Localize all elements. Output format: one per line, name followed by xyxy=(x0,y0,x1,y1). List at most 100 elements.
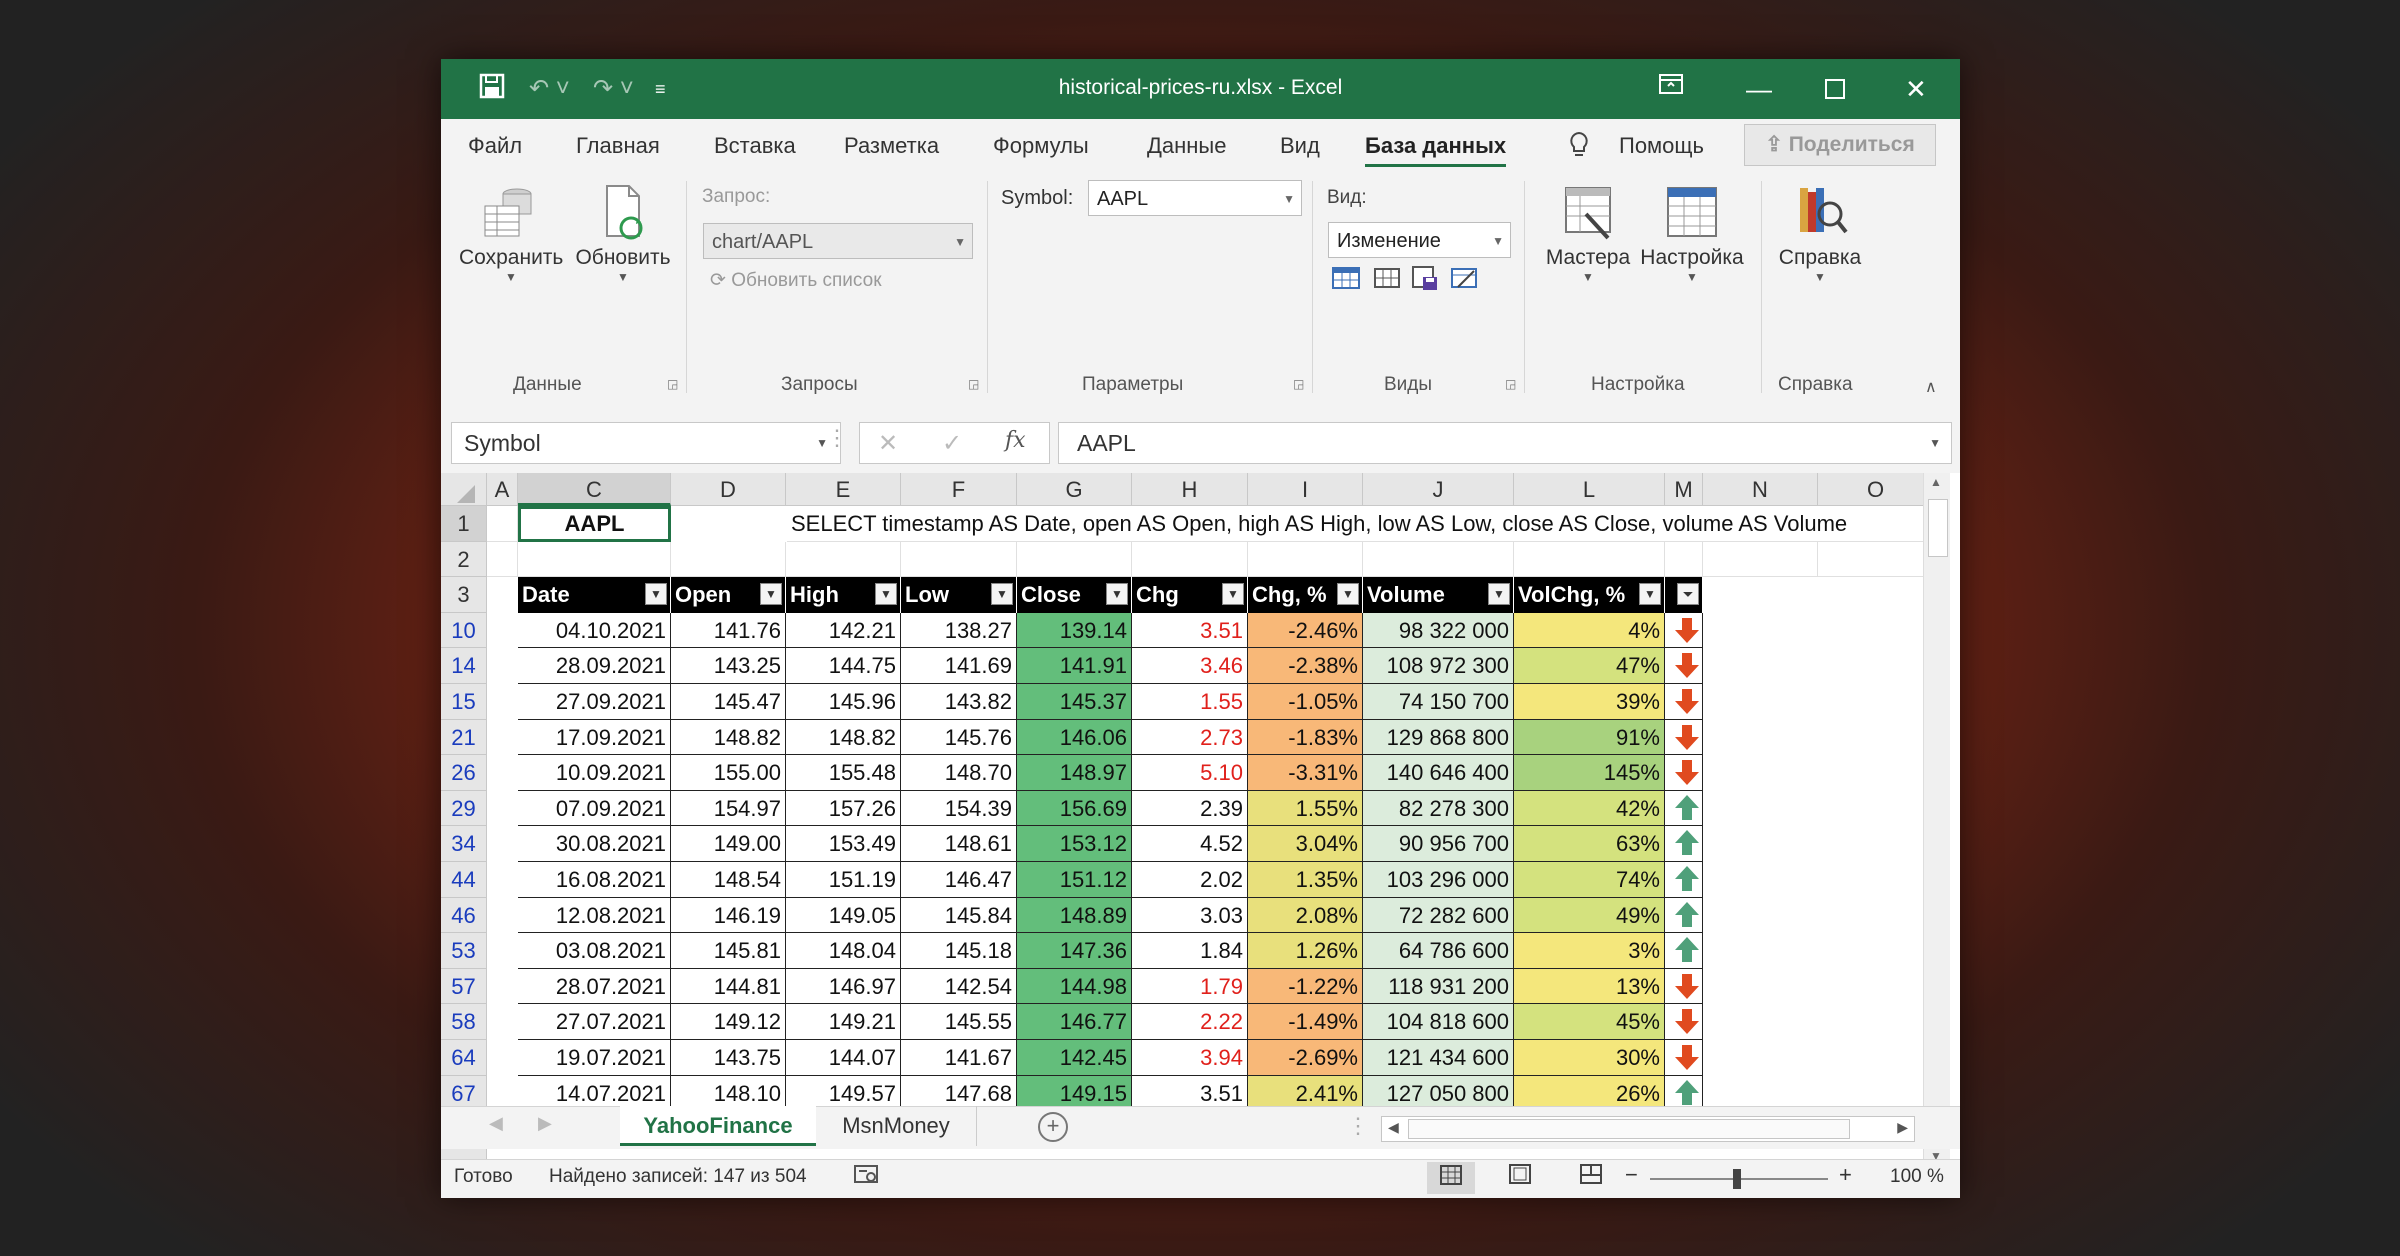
table-cell[interactable]: 28.09.2021 xyxy=(518,648,671,684)
table-cell[interactable]: 90 956 700 xyxy=(1363,826,1514,862)
grid-cell[interactable] xyxy=(487,506,518,542)
h-scroll-thumb[interactable] xyxy=(1408,1119,1850,1139)
table-cell[interactable]: 108 972 300 xyxy=(1363,648,1514,684)
zoom-slider[interactable] xyxy=(1650,1169,1828,1189)
table-cell[interactable]: 2.39 xyxy=(1132,790,1248,827)
table-cell[interactable]: 04.10.2021 xyxy=(518,612,671,649)
column-header[interactable]: N xyxy=(1703,473,1818,506)
table-cell[interactable]: 2.02 xyxy=(1132,862,1248,898)
view-edit-icon[interactable] xyxy=(1450,265,1478,296)
table-cell[interactable]: 144.98 xyxy=(1017,968,1132,1005)
table-cell[interactable]: 141.76 xyxy=(671,612,786,649)
view-save-icon[interactable] xyxy=(1411,265,1439,296)
table-cell[interactable]: 145% xyxy=(1514,755,1665,791)
row-header[interactable]: 34 xyxy=(441,826,487,862)
add-sheet-icon[interactable]: + xyxy=(1038,1112,1068,1142)
grid-cell[interactable] xyxy=(1703,541,1818,578)
zoom-in-icon[interactable]: + xyxy=(1839,1162,1852,1188)
table-cell[interactable]: 148.04 xyxy=(786,933,901,969)
table-cell[interactable]: 91% xyxy=(1514,719,1665,756)
table-cell[interactable]: 141.91 xyxy=(1017,648,1132,684)
grid-cell[interactable] xyxy=(1017,541,1132,578)
table-cell[interactable]: -1.05% xyxy=(1248,684,1363,720)
row-header[interactable]: 2 xyxy=(441,541,487,578)
table-cell[interactable]: 118 931 200 xyxy=(1363,968,1514,1005)
filter-dropdown-icon[interactable]: ▼ xyxy=(1106,583,1128,606)
row-header[interactable]: 21 xyxy=(441,719,487,756)
wizards-button[interactable]: Мастера ▼ xyxy=(1540,184,1636,284)
table-cell[interactable]: 141.67 xyxy=(901,1040,1017,1076)
row-header[interactable]: 15 xyxy=(441,684,487,720)
tab-data[interactable]: Данные xyxy=(1147,133,1226,159)
table-cell[interactable]: -2.38% xyxy=(1248,648,1363,684)
symbol-cell[interactable]: AAPL xyxy=(518,506,671,542)
table-cell[interactable]: 4.52 xyxy=(1132,826,1248,862)
minimize-icon[interactable]: — xyxy=(1746,73,1772,105)
sheet-tab-yahoofinance[interactable]: YahooFinance xyxy=(620,1106,816,1146)
query-combo[interactable]: chart/AAPL ▼ xyxy=(703,223,973,259)
table-cell[interactable]: 13% xyxy=(1514,968,1665,1005)
table-cell[interactable]: -2.69% xyxy=(1248,1040,1363,1076)
row-header[interactable]: 14 xyxy=(441,648,487,684)
tab-insert[interactable]: Вставка xyxy=(714,133,796,159)
table-cell[interactable]: 1.79 xyxy=(1132,968,1248,1005)
tell-me-search[interactable]: Помощь xyxy=(1619,133,1704,159)
refresh-button[interactable]: Обновить ▼ xyxy=(571,184,675,284)
vertical-scrollbar[interactable]: ▲ ▼ xyxy=(1923,473,1950,1165)
table-cell[interactable]: 17.09.2021 xyxy=(518,719,671,756)
row-header[interactable]: 44 xyxy=(441,862,487,898)
filter-dropdown-icon[interactable]: ▼ xyxy=(1639,583,1661,606)
page-break-icon[interactable] xyxy=(1579,1163,1603,1191)
table-cell[interactable]: 103 296 000 xyxy=(1363,862,1514,898)
table-cell[interactable]: 142.45 xyxy=(1017,1040,1132,1076)
table-cell[interactable]: 10.09.2021 xyxy=(518,755,671,791)
grid-cell[interactable] xyxy=(1514,541,1665,578)
grid-cell[interactable] xyxy=(901,541,1017,578)
grid-cell[interactable] xyxy=(487,541,518,578)
select-all-corner[interactable] xyxy=(441,473,487,506)
table-cell[interactable]: 28.07.2021 xyxy=(518,968,671,1005)
table-cell[interactable]: 148.70 xyxy=(901,755,1017,791)
table-cell[interactable]: 121 434 600 xyxy=(1363,1040,1514,1076)
prev-sheet-icon[interactable]: ◀ xyxy=(489,1113,503,1134)
sql-query-cell[interactable]: SELECT timestamp AS Date, open AS Open, … xyxy=(787,506,1927,542)
table-cell[interactable]: 141.69 xyxy=(901,648,1017,684)
tab-home[interactable]: Главная xyxy=(576,133,660,159)
table-cell[interactable]: 3.04% xyxy=(1248,826,1363,862)
normal-view-icon[interactable] xyxy=(1427,1162,1475,1194)
table-cell[interactable]: 142.21 xyxy=(786,612,901,649)
table-cell[interactable]: 142.54 xyxy=(901,968,1017,1005)
row-header[interactable]: 53 xyxy=(441,933,487,969)
table-cell[interactable]: 143.25 xyxy=(671,648,786,684)
table-cell[interactable]: 148.97 xyxy=(1017,755,1132,791)
dialog-launcher-icon[interactable]: ◲ xyxy=(968,377,979,391)
sheet-tab-msnmoney[interactable]: MsnMoney xyxy=(816,1106,977,1146)
column-header[interactable]: L xyxy=(1514,473,1665,506)
table-cell[interactable]: 153.12 xyxy=(1017,826,1132,862)
row-header[interactable]: 57 xyxy=(441,968,487,1005)
table-cell[interactable]: 145.76 xyxy=(901,719,1017,756)
table-cell[interactable]: 16.08.2021 xyxy=(518,862,671,898)
close-icon[interactable]: ✕ xyxy=(1905,73,1927,105)
row-header[interactable]: 29 xyxy=(441,790,487,827)
row-header[interactable]: 64 xyxy=(441,1040,487,1076)
table-header[interactable]: Open ▼ xyxy=(671,577,786,613)
help-button[interactable]: Справка ▼ xyxy=(1773,184,1867,284)
table-cell[interactable]: 74 150 700 xyxy=(1363,684,1514,720)
table-header[interactable]: Low ▼ xyxy=(901,577,1017,613)
grid-cell[interactable] xyxy=(1665,541,1703,578)
grid-cell[interactable] xyxy=(1363,541,1514,578)
row-header[interactable]: 26 xyxy=(441,755,487,791)
table-cell[interactable]: 1.26% xyxy=(1248,933,1363,969)
table-cell[interactable]: 145.81 xyxy=(671,933,786,969)
table-cell[interactable]: 64 786 600 xyxy=(1363,933,1514,969)
table-cell[interactable]: 45% xyxy=(1514,1004,1665,1040)
table-cell[interactable]: 145.47 xyxy=(671,684,786,720)
filter-dropdown-icon[interactable]: ▼ xyxy=(1222,583,1244,606)
scroll-thumb[interactable] xyxy=(1928,499,1948,557)
table-cell[interactable]: 148.89 xyxy=(1017,897,1132,934)
table-cell[interactable]: 157.26 xyxy=(786,790,901,827)
grid-cell[interactable] xyxy=(786,541,901,578)
filter-dropdown-icon[interactable]: ▼ xyxy=(760,583,782,606)
scroll-left-icon[interactable]: ◀ xyxy=(1388,1119,1399,1136)
